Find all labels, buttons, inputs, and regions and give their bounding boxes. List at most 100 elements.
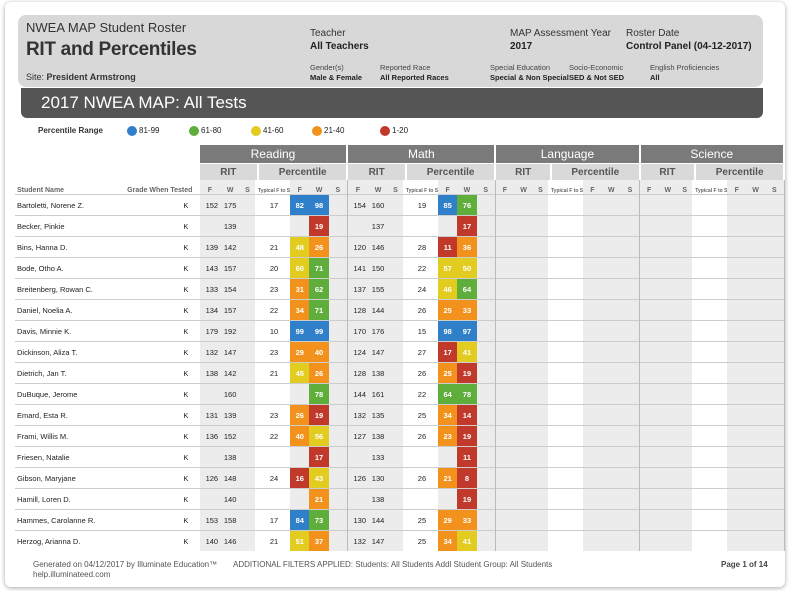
reading-percentile (328, 341, 348, 363)
term-label-winter: W (457, 180, 477, 195)
math-percentile: 14 (457, 404, 477, 426)
student-name: Herzog, Arianna D. (15, 530, 128, 551)
science-percentile (765, 383, 785, 405)
reading-rit-score: 152 (220, 425, 241, 447)
math-rit-score: 154 (347, 194, 368, 216)
language-percentile (583, 488, 602, 510)
science-rit-score (658, 299, 678, 321)
language-rit-score (533, 425, 548, 447)
reading-rit-score: 142 (220, 236, 241, 258)
math-percentile: 25 (438, 299, 458, 321)
grade-value: K (127, 383, 197, 405)
term-label-winter: W (220, 180, 241, 195)
math-rit-score: 144 (368, 509, 389, 531)
typical-growth-header: Typical F to S (551, 180, 584, 195)
math-rit-score (347, 488, 368, 510)
reading-typical-growth: 21 (257, 362, 291, 384)
reading-percentile (290, 383, 310, 405)
reading-percentile (328, 488, 348, 510)
science-percentile (746, 488, 766, 510)
language-rit-score (533, 278, 548, 300)
science-rit-score (677, 383, 693, 405)
reading-typical-growth: 17 (257, 194, 291, 216)
science-percentile (727, 404, 746, 426)
math-rit-score (388, 299, 403, 321)
math-percentile (476, 299, 496, 321)
term-label-spring: S (765, 180, 785, 195)
reading-percentile: 26 (309, 236, 329, 258)
language-percentile (583, 257, 602, 279)
percentile-group-header: Percentile (257, 163, 349, 180)
reading-rit-score (240, 509, 255, 531)
legend-dot-icon (127, 126, 137, 136)
science-rit-score (677, 299, 693, 321)
math-rit-score (388, 446, 403, 468)
language-typical-growth (551, 215, 584, 237)
table-row: Becker, Pinkie K 139 19 137 17 (15, 215, 785, 237)
filter-label-ses: Socio-Economic (569, 63, 624, 72)
math-typical-growth (405, 488, 439, 510)
math-percentile (438, 446, 458, 468)
language-percentile (620, 404, 641, 426)
science-rit-score (639, 509, 659, 531)
math-rit-score: 160 (368, 194, 389, 216)
math-rit-score (388, 467, 403, 489)
math-percentile: 23 (438, 425, 458, 447)
language-percentile (601, 299, 621, 321)
science-rit-score (658, 278, 678, 300)
language-typical-growth (551, 488, 584, 510)
science-percentile (746, 425, 766, 447)
percentile-legend: Percentile Range 81-99 61-80 41-60 21-40… (38, 126, 409, 136)
science-rit-score (677, 530, 693, 551)
language-rit-score (495, 278, 515, 300)
language-rit-score (533, 299, 548, 321)
science-rit-score (658, 509, 678, 531)
grade-value: K (127, 404, 197, 426)
math-rit-score: 155 (368, 278, 389, 300)
science-rit-score (639, 404, 659, 426)
language-percentile (601, 425, 621, 447)
language-percentile (620, 509, 641, 531)
term-label-spring: S (328, 180, 348, 195)
math-typical-growth: 27 (405, 341, 439, 363)
language-rit-score (533, 446, 548, 468)
math-rit-score: 137 (368, 215, 389, 237)
reading-percentile (328, 320, 348, 342)
grade-value: K (127, 530, 197, 551)
language-rit-score (495, 341, 515, 363)
filter-value-gender: Male & Female (310, 73, 363, 82)
student-name: Hammes, Carolanne R. (15, 509, 128, 531)
science-percentile (727, 446, 746, 468)
science-rit-score (658, 215, 678, 237)
percentile-group-header: Percentile (695, 163, 785, 180)
science-typical-growth (695, 257, 728, 279)
math-percentile: 98 (438, 320, 458, 342)
reading-rit-score (240, 404, 255, 426)
term-label-winter: W (601, 180, 621, 195)
math-rit-score: 170 (347, 320, 368, 342)
language-percentile (583, 236, 602, 258)
footer-help-link[interactable]: help.illuminateed.com (33, 570, 217, 580)
grade-value: K (127, 215, 197, 237)
language-typical-growth (551, 257, 584, 279)
reading-rit-score: 126 (199, 467, 221, 489)
language-typical-growth (551, 236, 584, 258)
reading-rit-score: 175 (220, 194, 241, 216)
language-percentile (601, 236, 621, 258)
science-rit-score (639, 194, 659, 216)
reading-percentile: 40 (290, 425, 310, 447)
science-rit-score (639, 236, 659, 258)
reading-rit-score: 131 (199, 404, 221, 426)
reading-rit-score (240, 236, 255, 258)
page-number: Page 1 of 14 (721, 560, 768, 569)
reading-rit-score: 139 (199, 236, 221, 258)
language-rit-score (533, 467, 548, 489)
reading-typical-growth: 23 (257, 278, 291, 300)
math-typical-growth (405, 446, 439, 468)
language-typical-growth (551, 404, 584, 426)
language-rit-score (495, 425, 515, 447)
language-percentile (601, 341, 621, 363)
math-rit-score (388, 509, 403, 531)
student-name-column-header: Student Name (15, 180, 128, 195)
reading-percentile: 26 (290, 404, 310, 426)
